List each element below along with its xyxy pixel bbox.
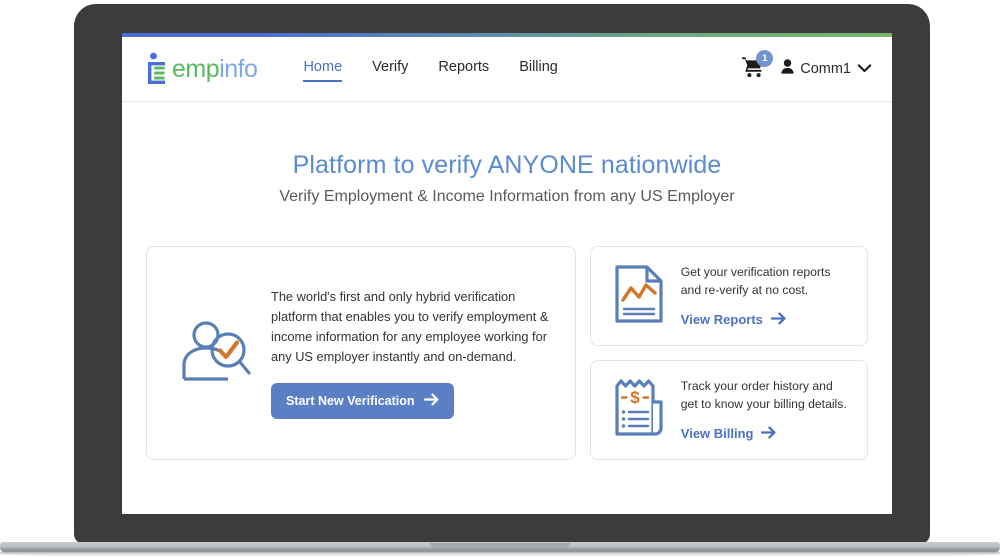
arrow-right-icon bbox=[761, 426, 777, 442]
user-menu[interactable]: Comm1 bbox=[781, 59, 872, 79]
report-document-chart-icon bbox=[614, 264, 666, 329]
cart-button[interactable]: 1 bbox=[741, 50, 774, 83]
verification-card-copy: The world's first and only hybrid verifi… bbox=[271, 289, 549, 364]
side-cards-column: Get your verification reports and re-ver… bbox=[589, 246, 868, 461]
page-subtitle: Verify Employment & Income Information f… bbox=[279, 188, 735, 205]
billing-illustration: $ bbox=[607, 378, 673, 443]
page-title: Platform to verify ANYONE nationwide bbox=[292, 151, 722, 179]
billing-card-copy: Track your order history and get to know… bbox=[680, 379, 847, 412]
billing-card-body: Track your order history and get to know… bbox=[673, 377, 851, 443]
nav-item-verify[interactable]: Verify bbox=[372, 59, 408, 79]
chevron-down-icon[interactable] bbox=[857, 60, 872, 78]
start-new-verification-button[interactable]: Start New Verification bbox=[271, 382, 454, 419]
nav-item-billing[interactable]: Billing bbox=[519, 59, 558, 79]
nav-item-home[interactable]: Home bbox=[303, 59, 342, 82]
reports-card-copy: Get your verification reports and re-ver… bbox=[680, 265, 831, 298]
svg-text:$: $ bbox=[630, 388, 640, 407]
billing-card: $ Track your order history and get to kn… bbox=[589, 360, 868, 461]
laptop-base-shadow bbox=[0, 552, 1000, 557]
brand-wordmark: empinfo bbox=[172, 54, 258, 83]
start-new-verification-label: Start New Verification bbox=[286, 393, 415, 408]
verification-illustration bbox=[169, 315, 265, 392]
nav-item-reports[interactable]: Reports bbox=[438, 59, 489, 79]
empinfo-e-logo-icon bbox=[144, 52, 170, 86]
screenshot-stage: empinfo Home Verify Reports Billing 1 Co… bbox=[0, 0, 1000, 558]
reports-card-body: Get your verification reports and re-ver… bbox=[673, 263, 851, 329]
brand-name-blue: info bbox=[219, 54, 258, 83]
laptop-base-notch bbox=[430, 543, 570, 548]
hero-section: Platform to verify ANYONE nationwide Ver… bbox=[146, 102, 868, 206]
reports-illustration bbox=[607, 264, 673, 329]
user-name-label: Comm1 bbox=[800, 61, 851, 77]
person-icon bbox=[781, 59, 794, 79]
cards-row: The world's first and only hybrid verifi… bbox=[146, 246, 868, 461]
brand-logo[interactable]: empinfo bbox=[144, 52, 258, 86]
brand-name-green: emp bbox=[172, 54, 220, 83]
header-actions: 1 Comm1 bbox=[741, 50, 872, 83]
page-content: Platform to verify ANYONE nationwide Ver… bbox=[122, 102, 892, 461]
verification-card: The world's first and only hybrid verifi… bbox=[146, 246, 576, 461]
view-reports-label: View Reports bbox=[680, 312, 763, 328]
reports-card: Get your verification reports and re-ver… bbox=[589, 246, 868, 347]
site-header: empinfo Home Verify Reports Billing 1 Co… bbox=[122, 37, 892, 102]
verification-card-body: The world's first and only hybrid verifi… bbox=[265, 287, 553, 419]
person-with-magnifier-check-icon bbox=[180, 315, 254, 392]
cart-count-badge: 1 bbox=[756, 50, 774, 67]
view-reports-link[interactable]: View Reports bbox=[681, 312, 786, 328]
shopping-cart-icon bbox=[741, 57, 765, 83]
view-billing-label: View Billing bbox=[680, 426, 754, 442]
billing-receipt-dollar-icon: $ bbox=[613, 378, 667, 443]
arrow-right-icon bbox=[770, 312, 786, 328]
main-nav: Home Verify Reports Billing bbox=[303, 59, 558, 82]
arrow-right-icon bbox=[423, 393, 439, 409]
view-billing-link[interactable]: View Billing bbox=[681, 426, 777, 442]
browser-viewport: empinfo Home Verify Reports Billing 1 Co… bbox=[122, 33, 892, 514]
